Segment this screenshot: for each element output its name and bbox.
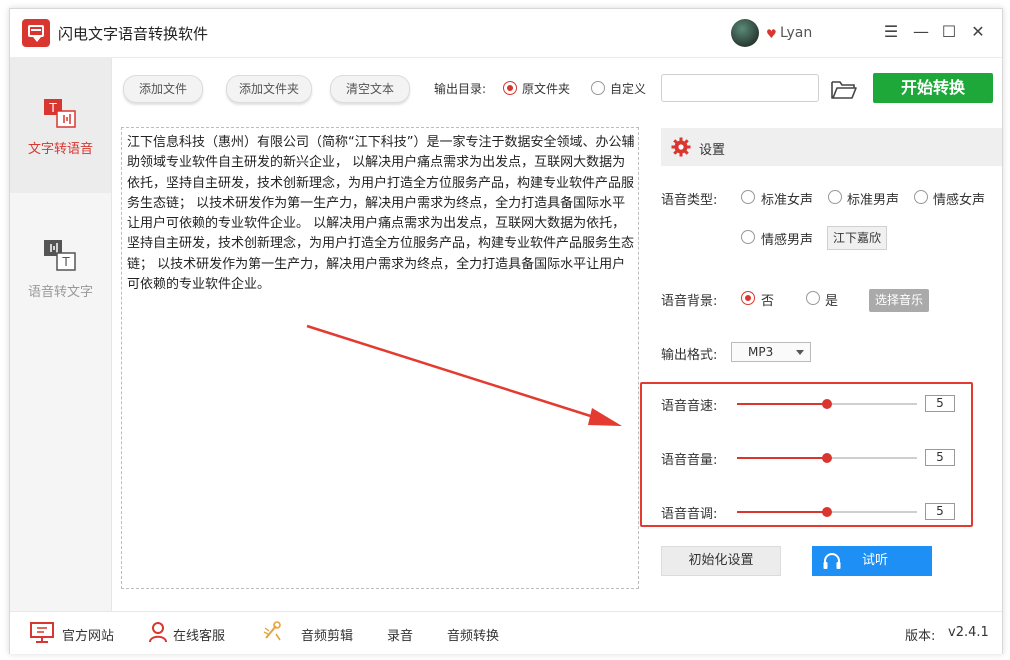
start-convert-button[interactable]: 开始转换 — [873, 73, 993, 103]
radio-voice-emotional-male[interactable] — [741, 230, 755, 244]
close-button[interactable]: ✕ — [968, 22, 988, 42]
voice-option-label: 情感女声 — [933, 193, 986, 208]
output-format-label: 输出格式: — [661, 348, 718, 363]
headphones-icon — [823, 553, 841, 569]
radio-voice-standard-male[interactable] — [828, 190, 842, 204]
customer-service-icon — [149, 622, 167, 643]
output-dir-label: 输出目录: — [434, 82, 487, 96]
voice-option-label: 情感男声 — [761, 233, 814, 248]
choose-music-button[interactable]: 选择音乐 — [869, 289, 929, 312]
menu-icon[interactable]: ☰ — [881, 22, 901, 42]
radio-custom[interactable] — [591, 81, 605, 95]
slider-knob[interactable] — [822, 453, 832, 463]
radio-background-yes[interactable] — [806, 291, 820, 305]
audio-edit-link[interactable]: 音频剪辑 — [301, 625, 353, 644]
voice-type-label: 语音类型: — [661, 193, 718, 208]
settings-title: 设置 — [699, 143, 726, 158]
editor-text: 江下信息科技（惠州）有限公司（简称“江下科技”）是一家专注于数据安全领域、办公辅… — [127, 135, 635, 293]
sidebar-item-speech-to-text[interactable]: T 语音转文字 — [10, 201, 111, 336]
text-to-speech-icon: T — [44, 99, 76, 128]
speed-value[interactable]: 5 — [925, 395, 955, 412]
output-format-select[interactable]: MP3 — [731, 342, 811, 362]
voice-option-label: 标准男声 — [847, 193, 900, 208]
svg-text:T: T — [61, 255, 70, 269]
slider-knob[interactable] — [822, 507, 832, 517]
radio-voice-emotional-female[interactable] — [914, 190, 928, 204]
version-value: v2.4.1 — [948, 625, 989, 640]
sidebar: T 文字转语音 T 语音转文字 — [10, 58, 112, 611]
monitor-icon — [30, 622, 54, 643]
app-window: 闪电文字语音转换软件 ♥ Lyan ☰ — ☐ ✕ T 文字转语音 T 语音转文… — [9, 8, 1003, 654]
sidebar-item-text-to-speech[interactable]: T 文字转语音 — [10, 58, 111, 193]
pitch-value[interactable]: 5 — [925, 503, 955, 520]
chevron-down-icon — [796, 350, 804, 355]
listen-button-label: 试听 — [862, 553, 889, 568]
text-editor[interactable]: 江下信息科技（惠州）有限公司（简称“江下科技”）是一家专注于数据安全领域、办公辅… — [121, 127, 639, 589]
radio-custom-label: 自定义 — [610, 82, 647, 96]
add-file-button[interactable]: 添加文件 — [123, 75, 203, 103]
voice-option-label: 标准女声 — [761, 193, 814, 208]
output-path-input[interactable] — [661, 74, 819, 102]
minimize-button[interactable]: — — [911, 22, 931, 42]
audio-edit-icon — [263, 621, 281, 641]
volume-value[interactable]: 5 — [925, 449, 955, 466]
add-folder-button[interactable]: 添加文件夹 — [226, 75, 312, 103]
background-label: 语音背景: — [661, 294, 718, 309]
reset-settings-button[interactable]: 初始化设置 — [661, 546, 781, 576]
listen-button[interactable]: 试听 — [812, 546, 932, 576]
app-logo-icon — [22, 19, 50, 47]
volume-label: 语音音量: — [661, 453, 718, 468]
vip-diamond-icon: ♥ — [766, 27, 777, 41]
record-link[interactable]: 录音 — [387, 625, 413, 644]
footer: 官方网站 在线客服 音频剪辑 录音 音频转换 版本: v2.4.1 — [10, 611, 1002, 654]
slider-knob[interactable] — [822, 399, 832, 409]
sidebar-item-label: 文字转语音 — [27, 142, 93, 157]
title-bar: 闪电文字语音转换软件 ♥ Lyan ☰ — ☐ ✕ — [10, 9, 1002, 58]
radio-source-folder[interactable] — [503, 81, 517, 95]
sidebar-item-label: 语音转文字 — [27, 285, 93, 300]
radio-source-folder-label: 原文件夹 — [522, 82, 571, 96]
pitch-label: 语音音调: — [661, 507, 718, 522]
speed-label: 语音音速: — [661, 399, 718, 414]
clear-text-button[interactable]: 清空文本 — [330, 75, 410, 103]
online-support-link[interactable]: 在线客服 — [173, 625, 225, 644]
maximize-button[interactable]: ☐ — [939, 22, 959, 42]
output-format-value: MP3 — [748, 345, 774, 359]
avatar[interactable] — [731, 19, 759, 47]
username[interactable]: Lyan — [780, 25, 812, 41]
voice-name-button[interactable]: 江下嘉欣 — [827, 226, 887, 250]
slider-fill — [737, 511, 827, 513]
version-label: 版本: — [905, 629, 936, 644]
speech-to-text-icon: T — [44, 240, 76, 271]
open-folder-icon[interactable] — [830, 79, 858, 101]
audio-convert-link[interactable]: 音频转换 — [447, 625, 499, 644]
slider-fill — [737, 403, 827, 405]
svg-text:T: T — [48, 101, 57, 115]
radio-voice-standard-female[interactable] — [741, 190, 755, 204]
official-website-link[interactable]: 官方网站 — [62, 625, 114, 644]
app-title: 闪电文字语音转换软件 — [58, 25, 209, 43]
slider-fill — [737, 457, 827, 459]
gear-icon — [671, 137, 691, 157]
background-no-label: 否 — [761, 294, 775, 309]
background-yes-label: 是 — [825, 294, 839, 309]
settings-header: 设置 — [661, 128, 1002, 166]
radio-background-no[interactable] — [741, 291, 755, 305]
